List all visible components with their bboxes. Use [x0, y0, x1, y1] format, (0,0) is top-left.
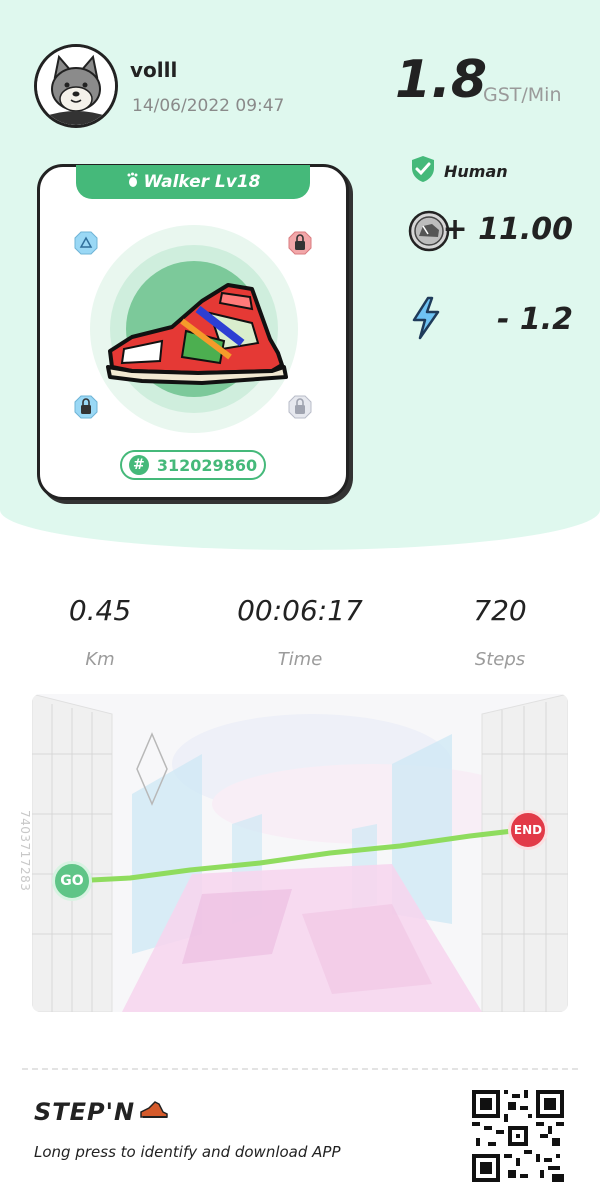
gem-slot-top-left[interactable] — [74, 231, 98, 255]
map-code: 7403717283 — [18, 810, 32, 892]
route-end-marker: END — [508, 810, 548, 850]
sneaker-id-badge: # 312029860 — [120, 450, 266, 480]
gst-rate-unit: GST/Min — [483, 84, 562, 106]
sneaker-card[interactable]: Walker Lv18 # 312029860 — [37, 164, 349, 500]
route-start-marker: GO — [52, 861, 92, 901]
time-value: 00:06:17 — [237, 594, 363, 627]
sneaker-title-banner: Walker Lv18 — [76, 165, 310, 199]
distance-value: 0.45 — [68, 594, 132, 627]
distance-label: Km — [85, 649, 115, 670]
brand-logo: STEP'N — [34, 1098, 169, 1126]
gem-slot-lock-icon — [288, 231, 312, 255]
steps-label: Steps — [474, 649, 526, 670]
run-datetime: 14/06/2022 09:47 — [132, 96, 285, 116]
footprint-icon — [126, 172, 140, 193]
avatar[interactable] — [34, 44, 118, 128]
human-verified-row: Human — [410, 155, 508, 187]
shield-check-icon — [410, 155, 436, 187]
energy-row: - 1.2 — [408, 296, 573, 342]
brand-name: STEP'N — [34, 1098, 136, 1126]
gem-slot-lock-icon — [74, 395, 98, 419]
shiba-dog-icon — [37, 47, 115, 125]
gst-rate-value: 1.8 — [395, 50, 488, 110]
stat-time: 00:06:17 Time — [220, 594, 380, 670]
sneaker-title: Walker Lv18 — [143, 172, 261, 192]
gem-slot-bottom-left[interactable] — [74, 395, 98, 419]
hash-icon: # — [128, 455, 149, 475]
gst-earned-row: + 11.00 — [408, 210, 573, 252]
time-label: Time — [277, 649, 323, 670]
gem-slot-triangle-icon — [74, 231, 98, 255]
energy-value: - 1.2 — [496, 302, 573, 337]
stat-distance: 0.45 Km — [20, 594, 180, 670]
sneaker-logo-icon — [139, 1100, 169, 1124]
sneaker-image — [106, 283, 288, 385]
gem-slot-top-right[interactable] — [288, 231, 312, 255]
gem-slot-lock-icon — [288, 395, 312, 419]
sneaker-id: 312029860 — [156, 455, 258, 475]
footer-divider — [22, 1068, 578, 1070]
human-label: Human — [444, 161, 508, 181]
steps-value: 720 — [473, 594, 527, 627]
gst-earned-value: + 11.00 — [442, 212, 573, 247]
username: volll — [130, 58, 178, 82]
qr-code[interactable] — [472, 1090, 564, 1182]
gem-slot-bottom-right[interactable] — [288, 395, 312, 419]
download-hint: Long press to identify and download APP — [34, 1143, 341, 1161]
route-line — [70, 826, 533, 884]
qr-code-icon — [472, 1090, 564, 1182]
stat-steps: 720 Steps — [420, 594, 580, 670]
lightning-icon — [410, 296, 442, 344]
